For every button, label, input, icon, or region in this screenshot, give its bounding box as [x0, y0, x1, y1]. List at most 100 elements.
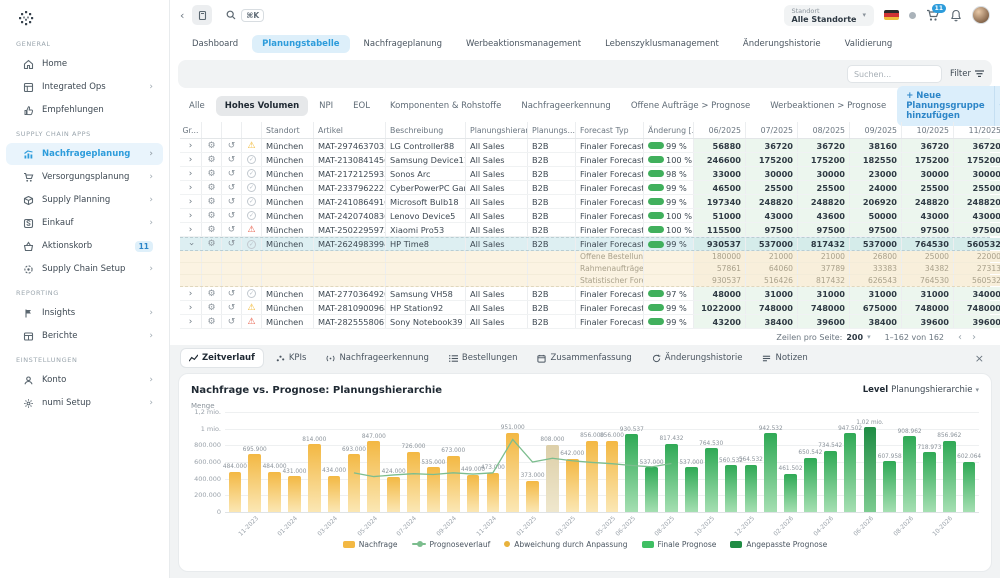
tab-aenderungshistorie[interactable]: Änderungshistorie: [733, 35, 831, 53]
gear-cell[interactable]: ⚙: [202, 315, 222, 328]
bar-forecast-12-2025[interactable]: [745, 465, 758, 512]
table-row[interactable]: ›⚙↺✓MünchenMAT-277036492039Samsung VH58A…: [180, 287, 990, 301]
cell-month-value[interactable]: 39600: [902, 315, 954, 328]
panel-tab-kpis[interactable]: KPIs: [268, 349, 315, 367]
cell-month-value[interactable]: 56880: [694, 139, 746, 152]
sidebar-item-berichte[interactable]: Berichte›: [6, 325, 163, 347]
cart-button[interactable]: 11: [926, 9, 940, 22]
expand-row-icon[interactable]: ›: [189, 197, 193, 207]
cell-month-value[interactable]: 25500: [746, 181, 798, 194]
cell-month-value[interactable]: 97500: [954, 223, 1000, 236]
tab-planungstabelle[interactable]: Planungstabelle: [252, 35, 349, 53]
segment-komponenten[interactable]: Komponenten & Rohstoffe: [381, 96, 510, 116]
next-page-button[interactable]: ›: [972, 332, 976, 343]
segment-alle[interactable]: Alle: [180, 96, 214, 116]
cell-month-value[interactable]: 24000: [850, 181, 902, 194]
bar-forecast-07-2025[interactable]: [645, 467, 658, 512]
bar-demand-08-2024[interactable]: [427, 467, 440, 512]
sidebar-item-supply-planning[interactable]: Supply Planning›: [6, 189, 163, 211]
history-cell[interactable]: ↺: [222, 139, 242, 152]
gear-cell[interactable]: ⚙: [202, 167, 222, 180]
new-group-caret-icon[interactable]: ▾: [994, 86, 1000, 126]
bar-forecast-04-2026[interactable]: [824, 451, 837, 512]
collapse-row-icon[interactable]: ›: [185, 242, 195, 246]
app-logo[interactable]: [0, 6, 169, 32]
history-cell[interactable]: ↺: [222, 287, 242, 300]
cell-month-value[interactable]: 248820: [746, 195, 798, 208]
expand-row-icon[interactable]: ›: [189, 289, 193, 299]
bar-demand-05-2024[interactable]: [367, 441, 380, 512]
table-row[interactable]: ›⚙↺✓MünchenMAT-26249839949HP Time8All Sa…: [180, 237, 990, 251]
gear-icon[interactable]: ⚙: [207, 303, 215, 313]
cell-month-value[interactable]: 43000: [746, 209, 798, 222]
expand-cell[interactable]: ›: [180, 315, 202, 328]
col-header-group[interactable]: Gr...: [180, 122, 202, 138]
expand-cell[interactable]: ›: [180, 181, 202, 194]
history-icon[interactable]: ↺: [228, 169, 236, 179]
bar-forecast-08-2025[interactable]: [665, 444, 678, 512]
col-header-forecast-typ[interactable]: Forecast Typ: [576, 122, 644, 138]
bar-demand-01-2025[interactable]: [526, 481, 539, 512]
col-header-beschreibung[interactable]: Beschreibung: [386, 122, 466, 138]
bar-demand-04-2025[interactable]: [586, 441, 599, 512]
sidebar-item-home[interactable]: Home: [6, 53, 163, 75]
cell-month-value[interactable]: 246600: [694, 153, 746, 166]
history-icon[interactable]: ↺: [228, 197, 236, 207]
history-icon[interactable]: ↺: [228, 289, 236, 299]
table-row[interactable]: ›⚙↺✓MünchenMAT-242074083675Lenovo Device…: [180, 209, 990, 223]
segment-nachfrageerkennung[interactable]: Nachfrageerkennung: [512, 96, 619, 116]
cell-month-value[interactable]: 51000: [694, 209, 746, 222]
cell-month-value[interactable]: 36720: [746, 139, 798, 152]
cell-month-value[interactable]: 175200: [746, 153, 798, 166]
expand-row-icon[interactable]: ›: [189, 183, 193, 193]
cell-month-value[interactable]: 1022000: [694, 301, 746, 314]
cell-month-value[interactable]: 175200: [798, 153, 850, 166]
col-header-month[interactable]: 06/2025: [694, 122, 746, 138]
cell-month-value[interactable]: 30000: [746, 167, 798, 180]
bar-forecast-02-2026[interactable]: [784, 474, 797, 512]
rows-per-page-select[interactable]: 200: [846, 333, 863, 342]
global-search-button[interactable]: ⌘K: [220, 6, 270, 25]
cell-month-value[interactable]: 175200: [954, 153, 1000, 166]
gear-cell[interactable]: ⚙: [202, 223, 222, 236]
cell-month-value[interactable]: 31000: [798, 287, 850, 300]
sidebar-item-supply-chain-setup[interactable]: Supply Chain Setup›: [6, 258, 163, 280]
bar-adjusted-06-2026[interactable]: [864, 427, 877, 512]
sidebar-item-versorgungsplanung[interactable]: Versorgungsplanung›: [6, 166, 163, 188]
table-row[interactable]: ›⚙↺✓MünchenMAT-241086491608Microsoft Bul…: [180, 195, 990, 209]
bar-forecast-06-2025[interactable]: [625, 434, 638, 512]
cell-month-value[interactable]: 537000: [746, 238, 798, 250]
history-cell[interactable]: ↺: [222, 167, 242, 180]
cell-month-value[interactable]: 38400: [746, 315, 798, 328]
user-avatar[interactable]: [972, 6, 990, 24]
cell-month-value[interactable]: 25500: [798, 181, 850, 194]
bar-demand-01-2024[interactable]: [288, 476, 301, 512]
cell-month-value[interactable]: 97500: [902, 223, 954, 236]
table-row[interactable]: ›⚙↺⚠MünchenMAT-281090096832HP Station92A…: [180, 301, 990, 315]
tab-validierung[interactable]: Validierung: [835, 35, 903, 53]
col-header-planungshierarchie[interactable]: Planungshierarc...: [466, 122, 528, 138]
gear-cell[interactable]: ⚙: [202, 195, 222, 208]
cell-month-value[interactable]: 30000: [798, 167, 850, 180]
bar-forecast-08-2026[interactable]: [903, 436, 916, 512]
cell-month-value[interactable]: 764530: [902, 238, 954, 250]
expand-cell[interactable]: ›: [180, 209, 202, 222]
history-cell[interactable]: ↺: [222, 195, 242, 208]
tab-nachfrageplanung[interactable]: Nachfrageplanung: [354, 35, 452, 53]
cell-month-value[interactable]: 115500: [694, 223, 746, 236]
new-planning-group-button[interactable]: + Neue Planungsgruppe hinzufügen ▾: [897, 86, 1000, 126]
cell-month-value[interactable]: 36720: [954, 139, 1000, 152]
tab-dashboard[interactable]: Dashboard: [182, 35, 248, 53]
sidebar-item-konto[interactable]: Konto›: [6, 369, 163, 391]
history-cell[interactable]: ↺: [222, 181, 242, 194]
gear-cell[interactable]: ⚙: [202, 181, 222, 194]
cell-month-value[interactable]: 206920: [850, 195, 902, 208]
status-dot-icon[interactable]: [909, 12, 916, 19]
expand-row-icon[interactable]: ›: [189, 169, 193, 179]
sidebar-item-numi-setup[interactable]: numi Setup›: [6, 392, 163, 414]
bar-demand-07-2024[interactable]: [407, 452, 420, 513]
col-header-month[interactable]: 11/2025: [954, 122, 1000, 138]
gear-icon[interactable]: ⚙: [207, 317, 215, 327]
expand-cell[interactable]: ›: [180, 301, 202, 314]
gear-icon[interactable]: ⚙: [207, 183, 215, 193]
